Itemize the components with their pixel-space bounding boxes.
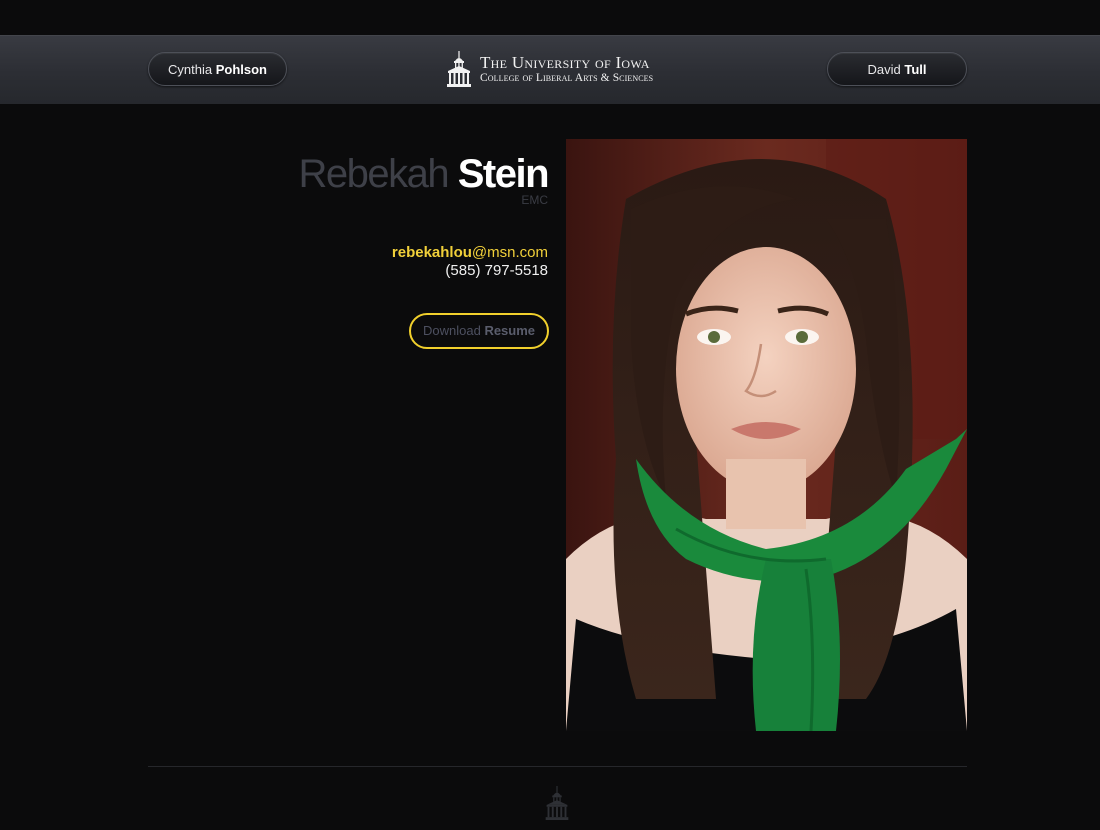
student-last-name: Stein (457, 152, 550, 196)
email-user: rebekahlou (391, 244, 472, 261)
page: Cynthia Pohlson The University of Iowa C… (0, 0, 1100, 830)
download-resume-button[interactable]: Download Resume (409, 313, 549, 349)
email-domain: @msn.com (471, 244, 548, 261)
header-bar: Cynthia Pohlson The University of Iowa C… (0, 35, 1100, 104)
next-student-last-name: Tull (904, 62, 927, 77)
student-name: Rebekah Stein (298, 150, 550, 198)
next-student-button[interactable]: David Tull (827, 52, 967, 86)
university-logo[interactable]: The University of Iowa College of Libera… (447, 51, 669, 89)
headshot-illustration (566, 139, 967, 731)
university-name: The University of Iowa (480, 53, 650, 72)
next-student-first-name: David (867, 62, 901, 77)
old-capitol-dome-icon (447, 51, 471, 87)
headshot-photo (566, 139, 967, 731)
phone-number: (585) 797-5518 (445, 262, 548, 279)
previous-student-first-name: Cynthia (168, 62, 213, 77)
resume-button-prefix: Download (422, 323, 481, 338)
student-first-name: Rebekah (298, 152, 449, 196)
college-name: College of Liberal Arts & Sciences (480, 72, 654, 84)
footer-divider (148, 766, 967, 767)
previous-student-button[interactable]: Cynthia Pohlson (148, 52, 287, 86)
degree-label: EMC (521, 193, 548, 207)
footer-dome-icon (545, 786, 569, 820)
previous-student-last-name: Pohlson (215, 62, 267, 77)
email-link[interactable]: rebekahlou@msn.com (392, 244, 548, 261)
resume-button-suffix: Resume (484, 323, 536, 338)
